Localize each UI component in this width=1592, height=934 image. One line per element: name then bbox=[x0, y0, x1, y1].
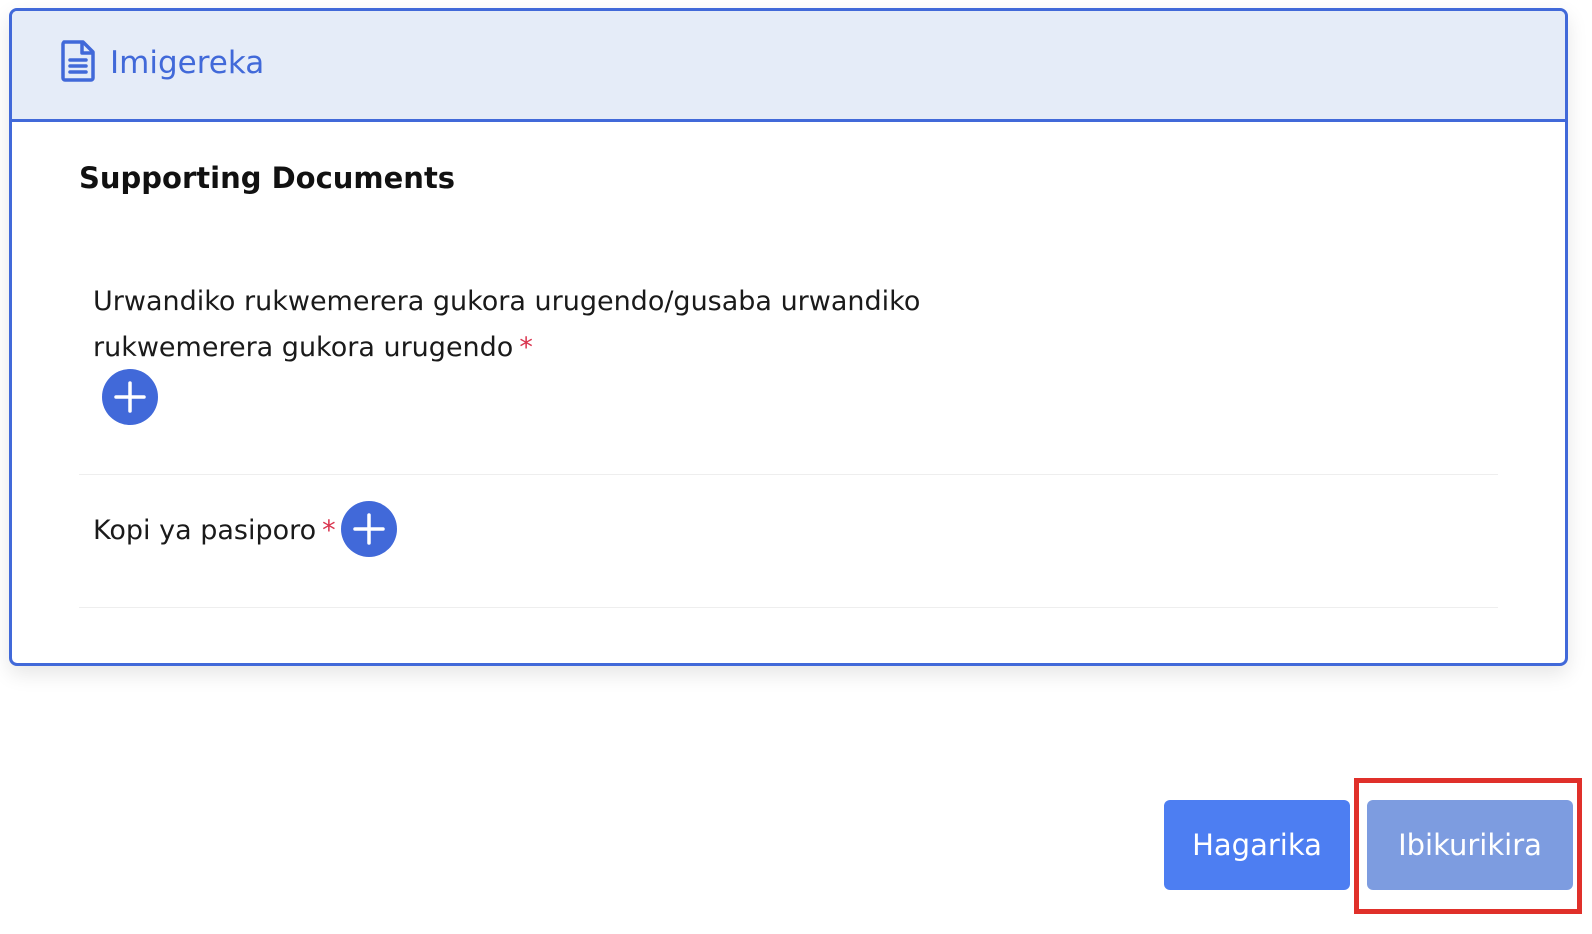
next-button[interactable]: Ibikurikira bbox=[1367, 800, 1573, 890]
section-title: Supporting Documents bbox=[79, 161, 456, 195]
required-marker: * bbox=[322, 515, 336, 546]
document-row-travel-permit: Urwandiko rukwemerera gukora urugendo/gu… bbox=[79, 269, 1498, 475]
plus-icon bbox=[341, 501, 397, 557]
add-passport-copy-button[interactable] bbox=[341, 501, 397, 557]
document-label: Kopi ya pasiporo * bbox=[93, 508, 336, 554]
card-title: Imigereka bbox=[110, 45, 265, 81]
document-icon bbox=[60, 40, 96, 82]
supporting-documents-card: Imigereka Supporting Documents Urwandiko… bbox=[9, 8, 1568, 666]
document-label-text: Urwandiko rukwemerera gukora urugendo/gu… bbox=[93, 286, 921, 363]
required-marker: * bbox=[519, 332, 533, 363]
cancel-button[interactable]: Hagarika bbox=[1164, 800, 1350, 890]
document-label: Urwandiko rukwemerera gukora urugendo/gu… bbox=[93, 279, 973, 371]
document-label-text: Kopi ya pasiporo bbox=[93, 515, 317, 546]
add-travel-permit-button[interactable] bbox=[102, 369, 158, 425]
plus-icon bbox=[102, 369, 158, 425]
document-row-passport-copy: Kopi ya pasiporo * bbox=[79, 475, 1498, 608]
card-header: Imigereka bbox=[12, 11, 1565, 122]
